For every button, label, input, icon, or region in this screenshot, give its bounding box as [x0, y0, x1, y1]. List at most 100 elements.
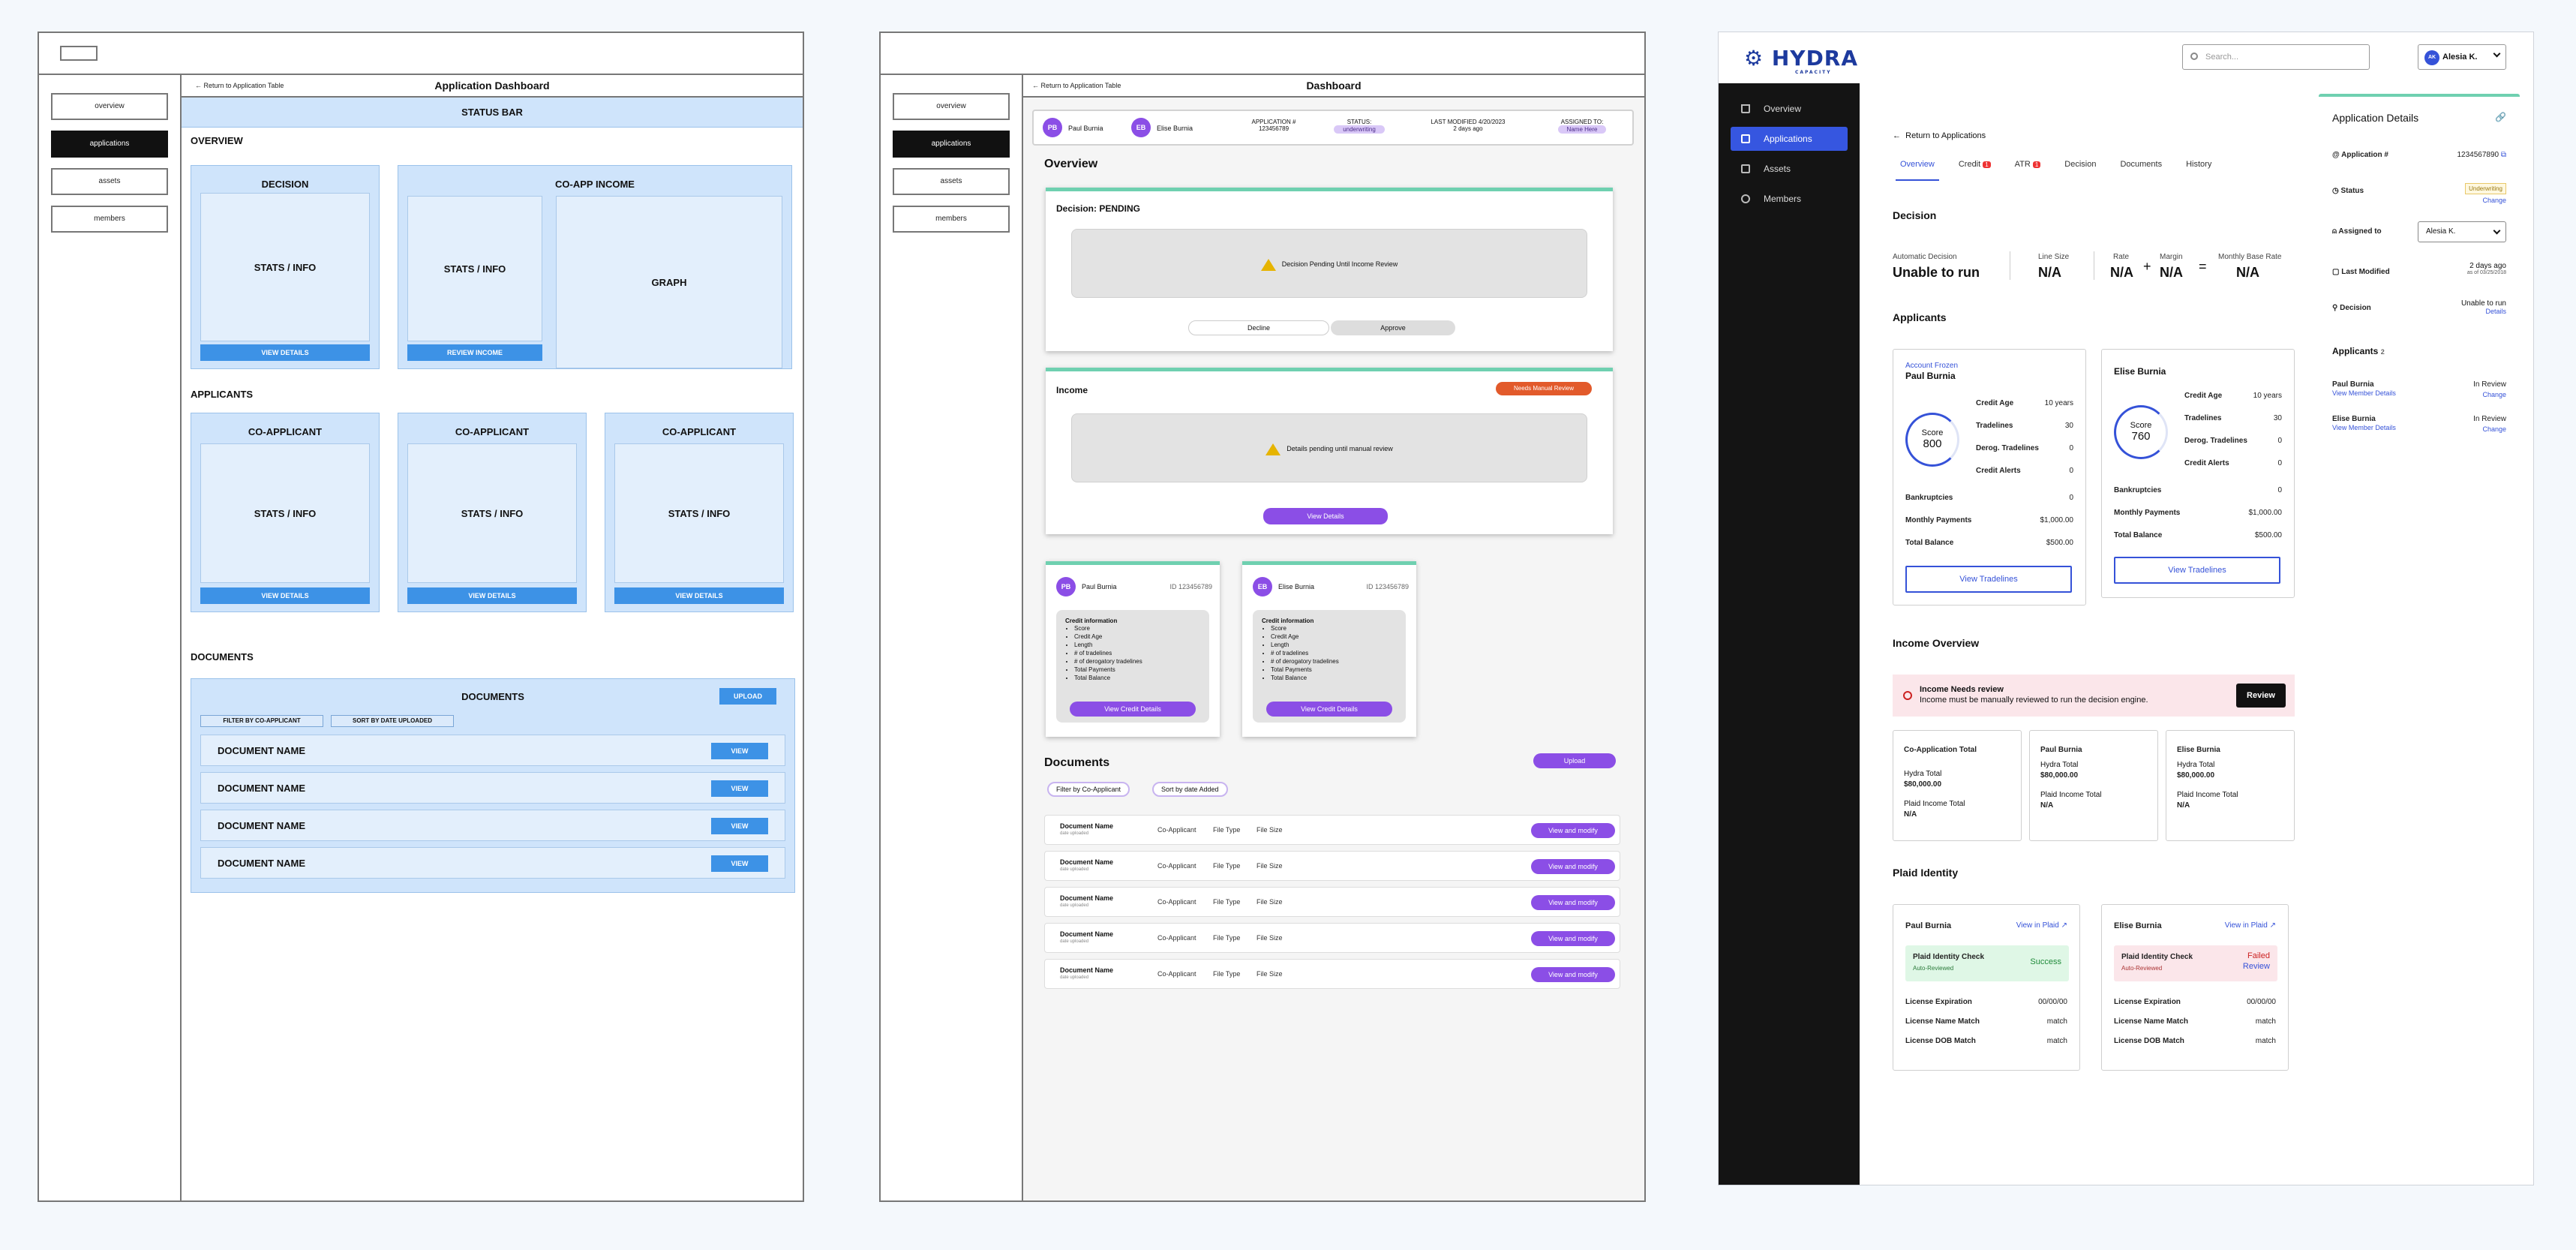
credit-info: Credit information Score Credit Age Leng…: [1253, 610, 1406, 723]
assignee-pill[interactable]: Name Here: [1557, 125, 1607, 134]
filter-button[interactable]: FILTER BY CO-APPLICANT: [200, 715, 323, 727]
tab-decision[interactable]: Decision: [2052, 160, 2108, 178]
nav-members[interactable]: members: [51, 206, 168, 233]
filter-chip[interactable]: Filter by Co-Applicant: [1047, 782, 1130, 797]
back-link[interactable]: ← Return to Application Table: [195, 82, 284, 89]
stat-value: 30: [2273, 414, 2282, 422]
nav-label: Applications: [1764, 134, 1812, 144]
sort-chip[interactable]: Sort by date Added: [1152, 782, 1228, 797]
view-modify-button[interactable]: View and modify: [1531, 931, 1615, 946]
search-input[interactable]: Search...: [2182, 44, 2370, 70]
nav-overview[interactable]: overview: [51, 93, 168, 120]
nav-assets[interactable]: assets: [51, 168, 168, 195]
stat-label: Tradelines: [2184, 414, 2222, 422]
sort-button[interactable]: SORT BY DATE UPLOADED: [331, 715, 454, 727]
view-details-button[interactable]: VIEW DETAILS: [200, 344, 370, 361]
details-link[interactable]: Details: [2461, 308, 2506, 315]
nav-members[interactable]: Members: [1731, 187, 1848, 211]
view-modify-button[interactable]: View and modify: [1531, 967, 1615, 982]
status-value: Underwriting Change: [2465, 181, 2506, 204]
application-strip: PB Paul Burnia EB Elise Burnia APPLICATI…: [1032, 110, 1634, 146]
row-value: match: [2046, 1037, 2067, 1045]
nav-assets[interactable]: Assets: [1731, 157, 1848, 181]
stat-label: Credit Age: [1976, 399, 2014, 407]
message: Details pending until manual review: [1286, 445, 1393, 452]
warning-icon: [1265, 443, 1281, 455]
section-overview: OVERVIEW: [191, 135, 243, 146]
view-details-button[interactable]: VIEW DETAILS: [200, 587, 370, 604]
applicant-name: Paul Burnia: [2332, 380, 2374, 389]
plaid-total-label: Plaid Income Total: [1904, 800, 1965, 808]
assignee-select[interactable]: Alesia K.: [2418, 221, 2506, 242]
hash-icon: @: [2332, 151, 2342, 159]
applicant-id: ID 123456789: [1169, 583, 1212, 590]
stats-panel: STATS / INFO: [614, 443, 784, 583]
chevron-down-icon: [2493, 227, 2501, 235]
view-credit-details-button[interactable]: View Credit Details: [1070, 702, 1196, 717]
view-details-button[interactable]: VIEW DETAILS: [407, 587, 577, 604]
document-row: Document Name date uploaded Co-Applicant F…: [1044, 887, 1620, 917]
view-credit-details-button[interactable]: View Credit Details: [1266, 702, 1392, 717]
view-in-plaid-link[interactable]: View in Plaid ↗: [2016, 921, 2067, 930]
nav-assets[interactable]: assets: [893, 168, 1010, 195]
nav-applications[interactable]: Applications: [1731, 127, 1848, 151]
card-title: DOCUMENTS: [461, 691, 524, 702]
view-button[interactable]: VIEW: [711, 780, 768, 797]
user-menu[interactable]: AK Alesia K.: [2418, 44, 2506, 70]
tab-atr[interactable]: ATR 1: [2003, 160, 2053, 178]
review-income-button[interactable]: REVIEW INCOME: [407, 344, 542, 361]
review-link[interactable]: Review: [2243, 962, 2270, 971]
view-tradelines-button[interactable]: View Tradelines: [1905, 566, 2072, 593]
modified-value: 2 days ago as of 03/25/2018: [2467, 262, 2506, 275]
change-link[interactable]: Change: [2465, 197, 2506, 204]
back-link[interactable]: ← Return to Applications: [1893, 131, 1986, 140]
assigned-to[interactable]: ASSIGNED TO: Name Here: [1541, 119, 1623, 134]
view-member-link[interactable]: View Member Details: [2332, 424, 2396, 431]
nav-applications[interactable]: applications: [51, 131, 168, 158]
view-member-link[interactable]: View Member Details: [2332, 389, 2396, 397]
nav-overview[interactable]: overview: [893, 93, 1010, 120]
margin-label: Margin: [2160, 253, 2183, 261]
view-tradelines-button[interactable]: View Tradelines: [2114, 557, 2280, 584]
credit-heading: Credit information: [1262, 617, 1314, 624]
view-modify-button[interactable]: View and modify: [1531, 859, 1615, 874]
view-details-button[interactable]: View Details: [1263, 508, 1388, 524]
review-button[interactable]: Review: [2236, 684, 2286, 708]
income-card: Paul Burnia Hydra Total $80,000.00 Plaid…: [2029, 730, 2158, 841]
tab-overview[interactable]: Overview: [1888, 160, 1947, 181]
wireframe-blue: overview applications assets members ← R…: [38, 32, 804, 1202]
credit-item: Length: [1074, 641, 1209, 649]
link-icon[interactable]: 🔗: [2495, 112, 2506, 122]
upload-button[interactable]: Upload: [1533, 753, 1616, 768]
change-link[interactable]: Change: [2482, 425, 2506, 433]
check-sub: Auto-Reviewed: [1913, 965, 1954, 972]
tab-history[interactable]: History: [2174, 160, 2223, 178]
change-link[interactable]: Change: [2482, 391, 2506, 398]
modified-label: ▢ Last Modified: [2332, 268, 2390, 276]
brand-logo[interactable]: ⚙ HYDRA CAPACITY: [1744, 46, 1858, 75]
view-button[interactable]: VIEW: [711, 818, 768, 834]
tab-credit[interactable]: Credit 1: [1947, 160, 2003, 178]
nav-members[interactable]: members: [893, 206, 1010, 233]
plaid-total-value: N/A: [1904, 810, 1917, 819]
approve-button[interactable]: Approve: [1331, 320, 1455, 335]
document-date: date uploaded: [1060, 903, 1089, 908]
document-row: DOCUMENT NAME VIEW: [200, 810, 785, 841]
nav-overview[interactable]: Overview: [1731, 97, 1848, 121]
back-link[interactable]: ← Return to Application Table: [1032, 82, 1121, 89]
copy-icon[interactable]: ⧉: [2501, 151, 2506, 159]
view-button[interactable]: VIEW: [711, 855, 768, 872]
view-in-plaid-link[interactable]: View in Plaid ↗: [2225, 921, 2276, 930]
account-frozen-link[interactable]: Account Frozen: [1905, 362, 1958, 370]
upload-button[interactable]: UPLOAD: [719, 688, 776, 705]
view-modify-button[interactable]: View and modify: [1531, 823, 1615, 838]
decline-button[interactable]: Decline: [1188, 320, 1329, 335]
co-applicant: Co-Applicant: [1157, 934, 1196, 942]
nav-applications[interactable]: applications: [893, 131, 1010, 158]
view-details-button[interactable]: VIEW DETAILS: [614, 587, 784, 604]
stat-label: Monthly Payments: [1905, 516, 1972, 524]
view-button[interactable]: VIEW: [711, 743, 768, 759]
co-applicant-card: CO-APPLICANT STATS / INFO VIEW DETAILS: [605, 413, 794, 612]
view-modify-button[interactable]: View and modify: [1531, 895, 1615, 910]
tab-documents[interactable]: Documents: [2108, 160, 2174, 178]
